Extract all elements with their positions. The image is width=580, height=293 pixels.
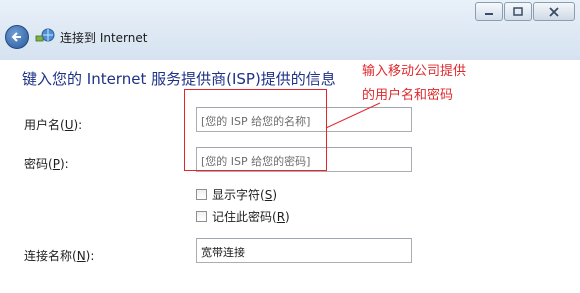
- annotation-pointer: [325, 102, 381, 129]
- minimize-button[interactable]: [475, 2, 503, 21]
- minimize-icon: [485, 12, 493, 15]
- close-icon: [549, 6, 559, 17]
- maximize-button[interactable]: [504, 2, 532, 21]
- title-bar: 连接到 Internet: [0, 0, 580, 60]
- close-button[interactable]: [533, 2, 575, 21]
- dialog-content: 键入您的 Internet 服务提供商(ISP)提供的信息 用户名(U): [您…: [0, 60, 580, 293]
- window-title: 连接到 Internet: [60, 31, 148, 45]
- network-icon: [35, 28, 55, 42]
- maximize-icon: [513, 7, 523, 16]
- back-button[interactable]: [5, 25, 29, 49]
- back-arrow-icon: [11, 32, 21, 42]
- window-controls: [474, 2, 575, 21]
